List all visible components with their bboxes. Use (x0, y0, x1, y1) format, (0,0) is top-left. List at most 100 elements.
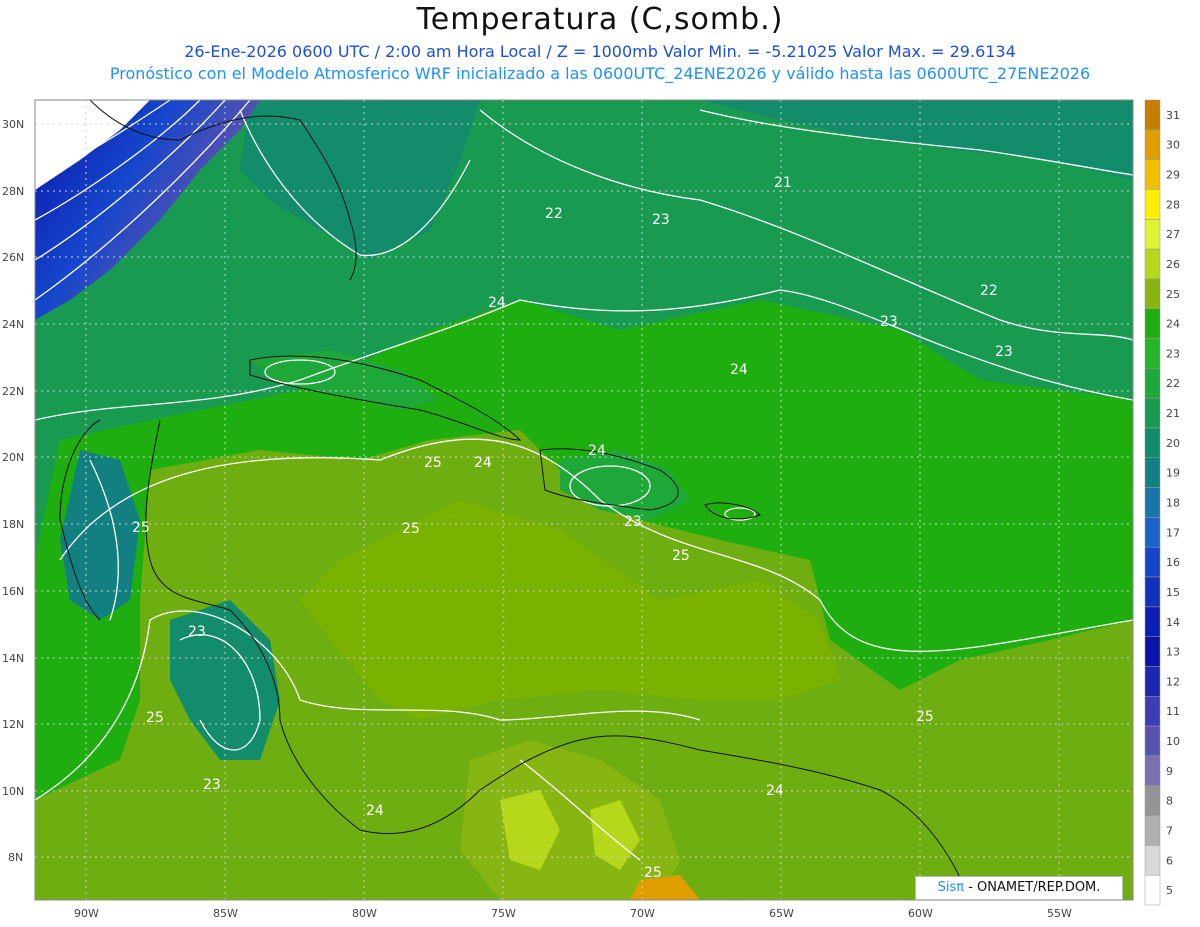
colorbar-label: 31 (1166, 109, 1180, 122)
contour-label: 24 (488, 295, 506, 311)
colorbar: 31 30 29 28 27 26 25 24 23 22 21 20 19 18 17 16 15 14 13 12… (1144, 99, 1180, 906)
colorbar-swatch (1144, 546, 1161, 578)
lat-label: 20N (2, 451, 24, 464)
lat-label: 28N (2, 185, 24, 198)
colorbar-label: 11 (1166, 705, 1180, 718)
sis-logo-text: Sisπ (937, 880, 965, 895)
colorbar-label: 13 (1166, 646, 1180, 659)
lat-label: 18N (2, 518, 24, 531)
lat-label: 8N (8, 851, 23, 864)
colorbar-swatch (1144, 785, 1161, 816)
colorbar-label: 24 (1166, 318, 1180, 331)
contour-label: 24 (730, 362, 748, 378)
colorbar-label: 21 (1166, 407, 1180, 420)
contour-label: 23 (995, 344, 1013, 360)
colorbar-swatch (1144, 487, 1161, 518)
colorbar-label: 29 (1166, 169, 1180, 182)
contour-label: 25 (424, 455, 442, 471)
colorbar-swatch (1144, 308, 1161, 339)
colorbar-label: 22 (1166, 377, 1180, 390)
contour-label: 25 (672, 548, 690, 564)
colorbar-swatch (1144, 338, 1161, 369)
contour-label: 23 (880, 314, 898, 330)
colorbar-swatch (1144, 189, 1161, 220)
colorbar-swatch (1144, 666, 1161, 697)
contour-label: 25 (644, 865, 662, 881)
contour-label: 21 (774, 175, 792, 191)
contour-label: 24 (474, 455, 492, 471)
longitude-axis: 90W 85W 80W 75W 70W 65W 60W 55W (74, 907, 1072, 920)
credit-box: Sisπ - ONAMET/REP.DOM. (915, 876, 1123, 900)
latitude-axis: 30N 28N 26N 24N 22N 20N 18N 16N 14N 12N … (2, 118, 24, 864)
contour-label: 25 (146, 710, 164, 726)
colorbar-label: 12 (1166, 675, 1180, 688)
colorbar-swatch (1144, 755, 1161, 786)
lon-label: 70W (630, 907, 655, 920)
colorbar-label: 6 (1166, 854, 1173, 867)
contour-label: 23 (203, 777, 221, 793)
credit-text: - ONAMET/REP.DOM. (964, 880, 1101, 895)
colorbar-label: 18 (1166, 497, 1180, 510)
map-figure: 21 22 23 22 24 23 23 24 25 24 24 25 23 2… (2, 99, 1180, 920)
lon-label: 90W (74, 907, 99, 920)
lat-label: 30N (2, 118, 24, 131)
contour-label: 23 (624, 514, 642, 530)
colorbar-swatch (1144, 815, 1161, 846)
lat-label: 12N (2, 718, 24, 731)
contour-label: 24 (766, 783, 784, 799)
lat-label: 16N (2, 585, 24, 598)
colorbar-label: 15 (1166, 586, 1180, 599)
colorbar-swatch (1144, 278, 1161, 309)
colorbar-label: 20 (1166, 437, 1180, 450)
colorbar-label: 23 (1166, 347, 1180, 360)
colorbar-label: 14 (1166, 616, 1180, 629)
colorbar-swatch (1144, 845, 1161, 876)
lon-label: 80W (352, 907, 377, 920)
colorbar-swatch (1144, 159, 1161, 190)
colorbar-label: 30 (1166, 139, 1180, 152)
lat-label: 26N (2, 251, 24, 264)
colorbar-label: 16 (1166, 556, 1180, 569)
colorbar-swatch (1144, 576, 1161, 608)
lat-label: 24N (2, 318, 24, 331)
colorbar-swatch (1144, 99, 1161, 131)
contour-label: 25 (132, 520, 150, 536)
colorbar-swatch (1144, 725, 1161, 757)
colorbar-label: 19 (1166, 467, 1180, 480)
contour-label: 24 (366, 803, 384, 819)
colorbar-swatch (1144, 457, 1161, 488)
colorbar-label: 7 (1166, 825, 1173, 838)
lat-label: 14N (2, 652, 24, 665)
colorbar-swatch (1144, 248, 1161, 280)
colorbar-swatch (1144, 636, 1161, 667)
contour-label: 23 (652, 212, 670, 228)
lon-label: 55W (1047, 907, 1072, 920)
colorbar-label: 17 (1166, 526, 1180, 539)
colorbar-swatch (1144, 696, 1161, 727)
colorbar-label: 27 (1166, 228, 1180, 241)
colorbar-swatch (1144, 219, 1161, 250)
contour-label: 22 (545, 206, 563, 222)
colorbar-label: 25 (1166, 288, 1180, 301)
colorbar-label: 26 (1166, 258, 1180, 271)
contour-label: 24 (588, 443, 606, 459)
colorbar-swatch (1144, 368, 1161, 399)
lat-label: 22N (2, 385, 24, 398)
colorbar-label: 10 (1166, 735, 1180, 748)
contour-label: 23 (188, 624, 206, 640)
colorbar-swatch (1144, 517, 1161, 548)
colorbar-swatch (1144, 427, 1161, 459)
contour-label: 25 (402, 521, 420, 537)
colorbar-swatch (1144, 874, 1161, 906)
colorbar-label: 9 (1166, 765, 1173, 778)
lon-label: 85W (213, 907, 238, 920)
lon-label: 65W (769, 907, 794, 920)
colorbar-swatch (1144, 606, 1161, 637)
lat-label: 10N (2, 785, 24, 798)
lon-label: 75W (491, 907, 516, 920)
colorbar-label: 8 (1166, 795, 1173, 808)
colorbar-swatch (1144, 397, 1161, 429)
colorbar-label: 28 (1166, 198, 1180, 211)
colorbar-swatch (1144, 129, 1161, 160)
contour-label: 22 (980, 283, 998, 299)
